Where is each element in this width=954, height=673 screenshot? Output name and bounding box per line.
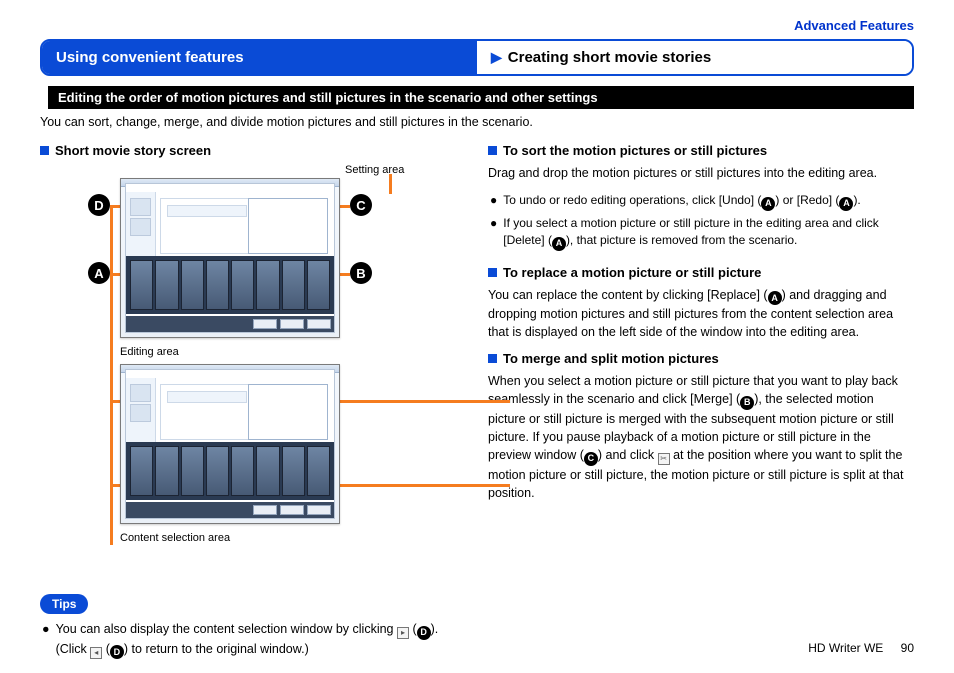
tabs-row: Using convenient features ▶ Creating sho… [40,39,914,76]
ref-d-icon: D [417,626,431,640]
sort-bullet-1: ● To undo or redo editing operations, cl… [490,192,914,211]
text: ) to return to the original window.) [124,642,309,656]
ref-a-icon: A [761,197,775,211]
chevron-right-icon: ▶ [491,49,502,66]
tab-creating-stories: ▶ Creating short movie stories [477,41,912,74]
screen-heading-label: Short movie story screen [55,143,211,158]
split-icon: ✂ [658,453,670,465]
replace-heading: To replace a motion picture or still pic… [488,265,914,280]
text: ) and click [598,448,658,462]
blue-square-icon [40,146,49,155]
ref-d-icon: D [110,645,124,659]
tips-badge: Tips [40,594,88,614]
text: ( [102,642,110,656]
expand-icon: ▸ [397,627,409,639]
callout-a: A [88,262,110,284]
ref-a-icon: A [768,291,782,305]
bullet-icon: ● [490,192,497,211]
label-editing-area: Editing area [120,346,179,358]
sort-heading-label: To sort the motion pictures or still pic… [503,143,767,158]
ref-a-icon: A [552,237,566,251]
section-title-bar: Editing the order of motion pictures and… [40,86,914,109]
screenshot-content-selection [120,364,340,524]
breadcrumb: Advanced Features [40,18,914,33]
sort-bullet-2: ● If you select a motion picture or stil… [490,215,914,251]
merge-heading-label: To merge and split motion pictures [503,351,719,366]
text: ) or [Redo] ( [775,193,839,207]
tip-1: ● You can also display the content selec… [42,620,914,659]
merge-paragraph: When you select a motion picture or stil… [488,372,914,502]
ref-b-icon: B [740,396,754,410]
bullet-icon: ● [42,620,50,659]
tips-list: ● You can also display the content selec… [40,620,914,659]
text: ), that picture is removed from the scen… [566,233,797,247]
text: (Click [56,642,91,656]
label-content-area: Content selection area [120,532,230,544]
page-number: 90 [901,641,914,655]
blue-square-icon [488,354,497,363]
text: ). [431,622,439,636]
product-name: HD Writer WE [808,641,883,655]
left-column: Short movie story screen Setting area [40,143,460,574]
text: ( [409,622,417,636]
collapse-icon: ◂ [90,647,102,659]
callout-c: C [350,194,372,216]
text: To undo or redo editing operations, clic… [503,193,761,207]
blue-square-icon [488,268,497,277]
ref-c-icon: C [584,452,598,466]
connector-line [110,205,113,545]
callout-b: B [350,262,372,284]
text: ). [853,193,860,207]
merge-heading: To merge and split motion pictures [488,351,914,366]
connector-line [389,174,392,194]
screen-heading: Short movie story screen [40,143,460,158]
tab-using-features: Using convenient features [42,41,477,74]
page-footer: HD Writer WE 90 [808,641,914,655]
ref-a-icon: A [839,197,853,211]
screenshot-story-screen [120,178,340,338]
callout-d: D [88,194,110,216]
sort-heading: To sort the motion pictures or still pic… [488,143,914,158]
right-column: To sort the motion pictures or still pic… [488,143,914,574]
text: You can replace the content by clicking … [488,288,768,302]
bullet-icon: ● [490,215,497,251]
blue-square-icon [488,146,497,155]
replace-heading-label: To replace a motion picture or still pic… [503,265,761,280]
label-setting-area: Setting area [345,164,404,176]
tab-right-label: Creating short movie stories [508,49,711,66]
figure-group: Setting area [40,164,460,574]
sort-paragraph: Drag and drop the motion pictures or sti… [488,164,914,182]
text: You can also display the content selecti… [56,622,397,636]
intro-text: You can sort, change, merge, and divide … [40,115,914,129]
replace-paragraph: You can replace the content by clicking … [488,286,914,342]
